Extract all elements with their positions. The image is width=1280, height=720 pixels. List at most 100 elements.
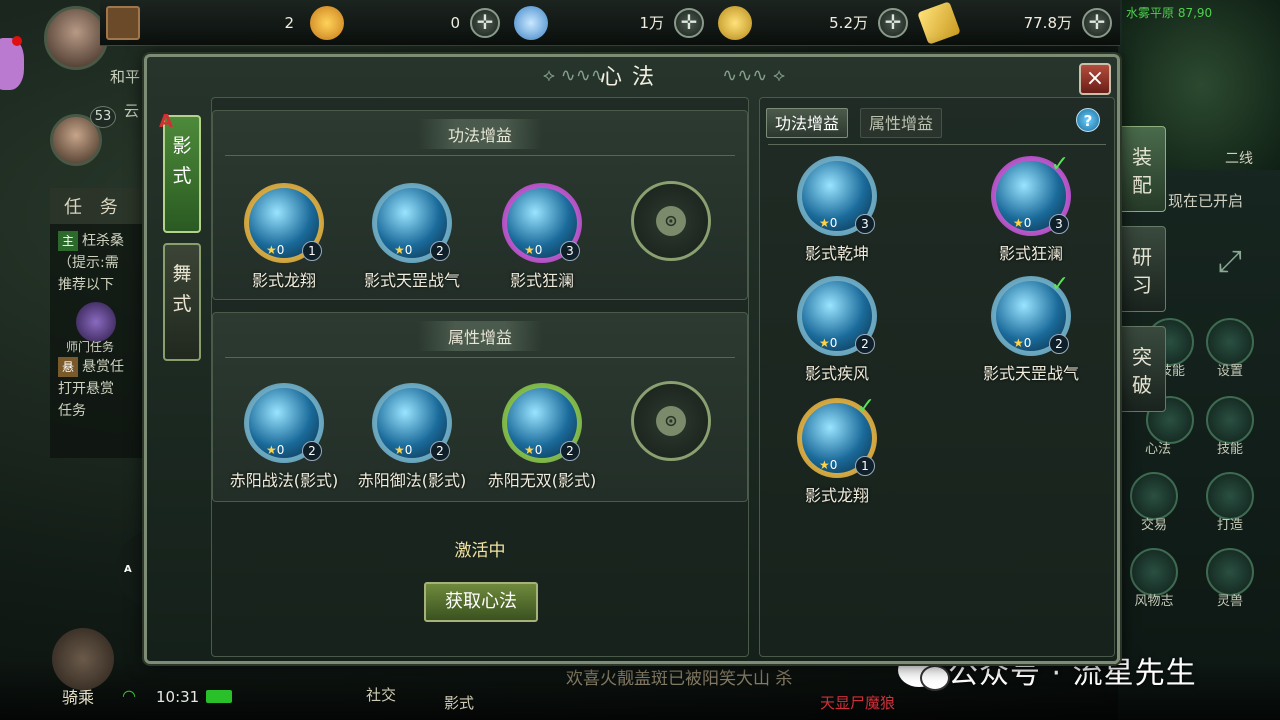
lock-icon: ⊙	[656, 406, 686, 436]
skill-slot[interactable]: ★0 2 赤阳战法(影式)	[219, 383, 349, 491]
menu-label-scroll: 风物志	[1134, 594, 1174, 609]
get-xinfa-button[interactable]: 获取心法	[424, 582, 538, 622]
menu-label-settings: 设置	[1216, 364, 1243, 379]
scroll-icon[interactable]	[1130, 548, 1178, 596]
clock: 10:31	[156, 688, 200, 706]
lock-icon: ⊙	[656, 206, 686, 236]
dialog-title: 心法	[599, 65, 664, 90]
pet-level: 53	[90, 106, 116, 128]
style-label[interactable]: 影式	[444, 692, 474, 713]
owned-skill[interactable]: ★0 3 ✓ 影式狂澜	[966, 152, 1096, 264]
title-ornament-right: ∿∿∿ ⟡	[722, 65, 785, 86]
owned-skill[interactable]: ★0 2 ✓ 影式天罡战气	[966, 272, 1096, 384]
resource-book: 2	[100, 5, 304, 40]
check-icon: ✓	[856, 394, 875, 419]
menu-label-skillbook: 技能	[1216, 442, 1243, 457]
settings-icon[interactable]	[1206, 318, 1254, 366]
gold-ingot-icon	[917, 0, 961, 45]
owned-skill[interactable]: ★0 2 影式疾风	[772, 276, 902, 384]
close-button[interactable]: ×	[1079, 63, 1111, 95]
jade-disc-icon	[514, 5, 548, 40]
bounty-sub-1: 打开悬赏	[58, 381, 114, 397]
chat-boss-name: 天显尸魔狼	[820, 694, 896, 712]
locked-slot[interactable]: ⊙	[631, 181, 711, 261]
task-main[interactable]: 主枉杀桑	[58, 230, 142, 252]
trade-icon[interactable]	[1130, 472, 1178, 520]
section-title-skill: 功法增益	[417, 119, 543, 149]
task-hint: （提示:需	[58, 255, 119, 271]
dragon-coin-icon	[310, 5, 344, 40]
mount-label: 骑乘	[62, 688, 95, 707]
bounty-task[interactable]: 悬悬赏任	[58, 356, 142, 378]
section-divider	[225, 155, 735, 156]
menu-label-forge: 打造	[1216, 518, 1243, 533]
game-screen: 和平 53 云 任 务 主枉杀桑 （提示:需 推荐以下 师门任务 悬悬赏任 打开…	[0, 0, 1280, 720]
copper-count: 5.2万	[829, 14, 868, 32]
task-header: 任 务	[50, 188, 150, 224]
server-line[interactable]: 二线	[1225, 148, 1253, 168]
battery-icon	[206, 690, 232, 703]
skill-slot[interactable]: ★0 3 影式狂澜	[477, 183, 607, 291]
tab-badge: A	[159, 111, 173, 132]
book-icon[interactable]	[106, 5, 140, 40]
section-attr-boost: 属性增益 ★0 2 赤阳战法(影式) ★0 2 赤阳御法(影式) ★0 2 赤阳…	[212, 312, 748, 502]
social-label[interactable]: 社交	[366, 684, 396, 705]
side-tab-study[interactable]: 研 习	[1118, 226, 1166, 312]
side-tab-equip[interactable]: 装 配	[1118, 126, 1166, 212]
skill-slot[interactable]: ★0 1 影式龙翔	[219, 183, 349, 291]
forge-icon[interactable]	[1206, 472, 1254, 520]
skill-slot[interactable]: ★0 2 赤阳无双(影式)	[477, 383, 607, 491]
check-icon: ✓	[1050, 272, 1069, 297]
owned-skill[interactable]: ★0 1 ✓ 影式龙翔	[772, 394, 902, 506]
tab-yingshi[interactable]: A 影 式	[159, 111, 201, 233]
expand-icon[interactable]: ⤢	[1208, 244, 1252, 288]
plus-icon[interactable]: ✛	[878, 7, 908, 38]
plus-icon[interactable]: ✛	[674, 7, 704, 38]
skill-slot[interactable]: ★0 2 赤阳御法(影式)	[347, 383, 477, 491]
task-panel[interactable]: 任 务 主枉杀桑 （提示:需 推荐以下 师门任务 悬悬赏任 打开悬赏 任务	[50, 188, 150, 458]
owned-skill[interactable]: ★0 3 影式乾坤	[772, 156, 902, 264]
status-text: 激活中	[454, 541, 506, 561]
task-recommend: 推荐以下	[58, 277, 114, 293]
mount-icon[interactable]	[52, 628, 114, 690]
locked-slot[interactable]: ⊙	[631, 381, 711, 461]
section-divider	[225, 357, 735, 358]
left-panel: 功法增益 ★0 1 影式龙翔 ★0 2 影式天罡战气 ★0 3 影式狂澜 ⊙ 属…	[211, 97, 749, 657]
task-tag-bounty: 悬	[58, 357, 78, 377]
skill-book-icon[interactable]	[1206, 396, 1254, 444]
menu-label-xinfa: 心法	[1144, 442, 1171, 457]
resource-gold: 77.8万 ✛	[916, 0, 1120, 45]
resource-copper: 5.2万 ✛	[712, 5, 916, 40]
tab-divider	[768, 144, 1106, 145]
task-tag-main: 主	[58, 231, 78, 251]
event-icon[interactable]	[0, 38, 24, 90]
resource-bar: 2 0 ✛ 1万 ✛ 5.2万 ✛ 77.8万 ✛	[100, 0, 1120, 46]
plus-icon[interactable]: ✛	[1082, 7, 1112, 38]
side-tab-breakthrough[interactable]: 突 破	[1118, 326, 1166, 412]
plus-icon[interactable]: ✛	[470, 7, 500, 38]
notification-dot	[12, 36, 22, 46]
tab-wushi[interactable]: 舞 式	[163, 243, 201, 361]
copper-coin-icon	[718, 5, 752, 40]
gold-count: 77.8万	[1023, 14, 1072, 32]
tab-attr-boost[interactable]: 属性增益	[860, 108, 943, 138]
tab-skill-boost[interactable]: 功法增益	[766, 108, 849, 138]
pet-name: 云	[124, 102, 140, 120]
chat-message: 欢喜火靓盖斑已被阳笑大山 杀	[566, 669, 793, 689]
wifi-icon: ◠	[122, 686, 136, 705]
paw-icon[interactable]	[1206, 548, 1254, 596]
jade-count: 1万	[639, 14, 664, 32]
skill-slot[interactable]: ★0 2 影式天罡战气	[347, 183, 477, 291]
right-panel: 功法增益 属性增益 ? ★0 3 影式乾坤 ★0 3 ✓ 影式狂澜 ★0 2 影…	[759, 97, 1115, 657]
menu-label-pet: 灵兽	[1216, 594, 1243, 609]
map-title: 水雾平原 87,90	[1126, 6, 1213, 20]
help-icon[interactable]: ?	[1076, 108, 1100, 132]
resource-dragon: 0 ✛	[304, 5, 508, 40]
menu-label-trade: 交易	[1140, 518, 1167, 533]
player-avatar[interactable]	[44, 6, 108, 70]
player-name: 和平	[110, 68, 141, 86]
dragon-coin-count: 0	[450, 13, 460, 32]
section-title-attr: 属性增益	[417, 321, 543, 351]
book-count: 2	[284, 13, 294, 32]
section-skill-boost: 功法增益 ★0 1 影式龙翔 ★0 2 影式天罡战气 ★0 3 影式狂澜 ⊙	[212, 110, 748, 300]
